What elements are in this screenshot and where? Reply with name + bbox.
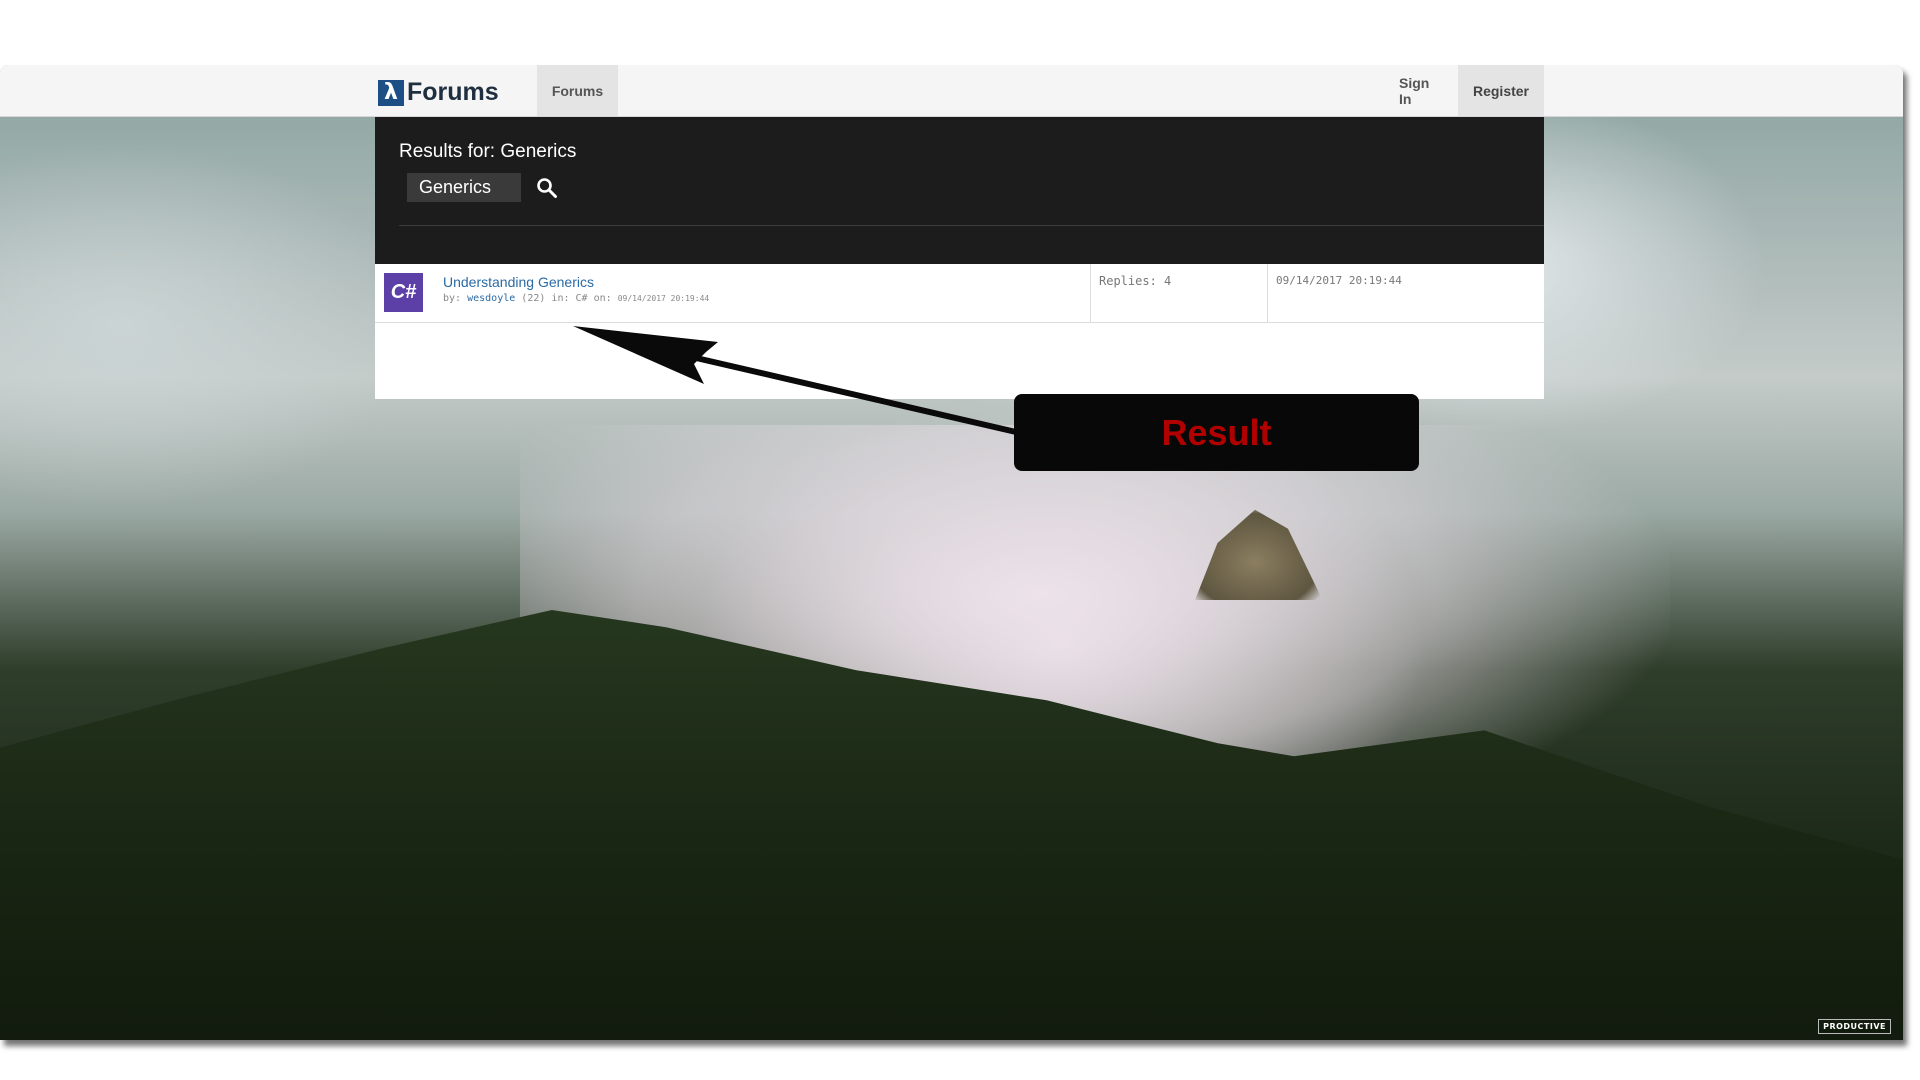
csharp-forum-icon: C# — [384, 273, 423, 312]
nav-signin-link[interactable]: Sign In — [1384, 65, 1456, 116]
table-row: C# Understanding Generics by: wesdoyle (… — [375, 264, 1544, 323]
post-date: 09/14/2017 20:19:44 — [1267, 264, 1544, 322]
post-timestamp: 09/14/2017 20:19:44 — [617, 294, 710, 303]
site-logo[interactable]: λ Forums — [378, 78, 499, 107]
top-nav: λ Forums Forums Sign In Register — [0, 65, 1903, 117]
logo-text: Forums — [407, 78, 499, 106]
forum-name: C# — [575, 293, 588, 304]
post-title-link[interactable]: Understanding Generics — [443, 274, 594, 290]
by-label: by: — [443, 293, 462, 304]
callout-label: Result — [1161, 411, 1272, 453]
nav-register-link[interactable]: Register — [1458, 65, 1544, 116]
on-label: on: — [593, 293, 612, 304]
results-title: Results for: Generics — [399, 141, 577, 162]
author-link[interactable]: wesdoyle — [467, 293, 515, 304]
results-body: C# Understanding Generics by: wesdoyle (… — [375, 264, 1544, 399]
in-label: in: — [551, 293, 570, 304]
replies-count: Replies: 4 — [1090, 264, 1267, 322]
lambda-logo-icon: λ — [378, 79, 404, 106]
search-results-panel: Results for: Generics Generics C# Unders… — [375, 117, 1544, 399]
result-callout: Result — [1014, 394, 1419, 471]
nav-forums-link[interactable]: Forums — [537, 65, 618, 116]
author-rating: (22) — [521, 293, 546, 304]
post-meta: by: wesdoyle (22) in: C# on: 09/14/2017 … — [443, 293, 709, 304]
header-divider — [399, 225, 1544, 226]
results-header: Results for: Generics Generics — [375, 117, 1544, 264]
search-input[interactable]: Generics — [407, 173, 521, 202]
watermark: PRODUCTIVE — [1818, 1019, 1891, 1034]
search-icon[interactable] — [535, 176, 559, 200]
browser-window: PRODUCTIVE λ Forums Forums Sign In Regis… — [0, 65, 1903, 1040]
